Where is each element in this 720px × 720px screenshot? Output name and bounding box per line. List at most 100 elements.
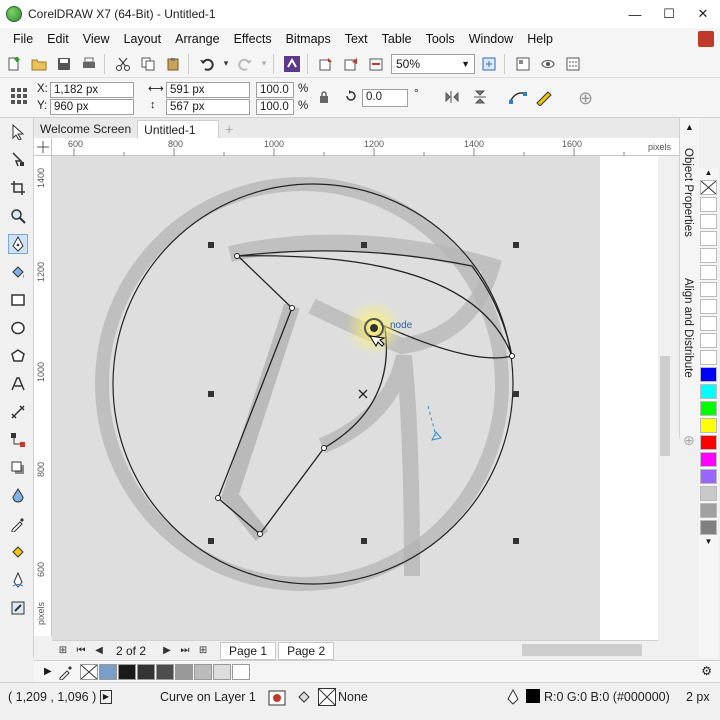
coreldraw-app-icon[interactable] — [6, 6, 22, 22]
menu-edit[interactable]: Edit — [41, 32, 75, 46]
chevron-up-icon[interactable]: ▲ — [699, 168, 718, 180]
color-swatch[interactable] — [700, 248, 717, 263]
color-swatch[interactable] — [700, 214, 717, 229]
previous-page-icon[interactable]: ◀ — [92, 644, 106, 658]
first-page-icon[interactable]: ⏮ — [74, 644, 88, 658]
minimize-button[interactable]: — — [618, 0, 652, 28]
color-swatch[interactable] — [700, 316, 717, 331]
shape-tool-icon[interactable] — [8, 150, 28, 170]
copy-icon[interactable] — [137, 53, 159, 75]
color-swatch-magenta[interactable] — [700, 452, 717, 467]
undo-icon[interactable] — [196, 53, 218, 75]
edit-curve-icon[interactable] — [534, 88, 554, 109]
outline-pen-icon[interactable] — [506, 688, 520, 708]
docker-tab-object-properties[interactable]: Object Properties — [682, 148, 694, 237]
new-tab-plus-icon[interactable]: + — [219, 120, 239, 138]
transparency-tool-icon[interactable] — [8, 486, 28, 506]
color-swatch-purple[interactable] — [700, 469, 717, 484]
rotate-icon[interactable] — [344, 89, 358, 106]
no-fill-swatch[interactable] — [318, 688, 336, 706]
drop-shadow-tool-icon[interactable] — [8, 458, 28, 478]
chevron-up-icon[interactable]: ▲ — [685, 122, 694, 132]
color-swatch[interactable] — [700, 197, 717, 212]
menu-tools[interactable]: Tools — [420, 32, 461, 46]
color-swatch-blue[interactable] — [700, 367, 717, 382]
save-icon[interactable] — [53, 53, 75, 75]
add-page-icon[interactable]: ⊞ — [56, 644, 70, 658]
y-position-field[interactable]: 960 px — [50, 99, 134, 115]
zoom-tool-icon[interactable] — [8, 206, 28, 226]
doc-color-swatch[interactable] — [155, 663, 174, 680]
object-height-field[interactable]: 567 px — [166, 99, 250, 115]
close-button[interactable]: ✕ — [686, 0, 720, 28]
chevron-down-icon[interactable]: ▼ — [699, 537, 718, 546]
scale-width-field[interactable]: 100.0 — [256, 82, 294, 98]
crop-tool-icon[interactable] — [8, 178, 28, 198]
tab-welcome-screen[interactable]: Welcome Screen — [34, 120, 137, 138]
color-swatch-gray[interactable] — [700, 503, 717, 518]
parallel-dimension-tool-icon[interactable] — [8, 402, 28, 422]
no-color-swatch[interactable] — [79, 663, 98, 680]
cut-icon[interactable] — [112, 53, 134, 75]
palette-options-icon[interactable]: ▶ — [44, 666, 52, 677]
color-swatch-dark-gray[interactable] — [700, 520, 717, 535]
menu-effects[interactable]: Effects — [228, 32, 278, 46]
add-quick-customize-icon[interactable]: ⊕ — [578, 88, 593, 109]
color-swatch-cyan[interactable] — [700, 384, 717, 399]
menu-arrange[interactable]: Arrange — [169, 32, 225, 46]
scale-height-field[interactable]: 100.0 — [256, 99, 294, 115]
doc-color-swatch[interactable] — [98, 663, 117, 680]
next-page-icon[interactable]: ▶ — [160, 644, 174, 658]
docker-tab-align-distribute[interactable]: Align and Distribute — [682, 278, 694, 378]
menu-help[interactable]: Help — [521, 32, 559, 46]
mirror-vertical-icon[interactable] — [472, 89, 488, 108]
fill-tool-icon[interactable] — [296, 690, 312, 709]
doc-color-swatch[interactable] — [212, 663, 231, 680]
smart-fill-tool-icon[interactable] — [8, 262, 28, 282]
color-swatch-red[interactable] — [700, 435, 717, 450]
last-page-icon[interactable]: ⏭ — [178, 644, 192, 658]
smart-drawing-tool-icon[interactable] — [8, 570, 28, 590]
menu-text[interactable]: Text — [339, 32, 374, 46]
color-swatch[interactable] — [700, 265, 717, 280]
outline-color-swatch[interactable] — [526, 689, 540, 703]
page-tab-1[interactable]: Page 1 — [220, 641, 277, 660]
color-swatch[interactable] — [700, 333, 717, 348]
paste-icon[interactable] — [162, 53, 184, 75]
rectangle-tool-icon[interactable] — [8, 290, 28, 310]
import-icon[interactable] — [315, 53, 337, 75]
color-swatch[interactable] — [700, 350, 717, 365]
tab-untitled-1[interactable]: Untitled-1 — [137, 120, 220, 138]
full-screen-preview-icon[interactable] — [478, 53, 500, 75]
doc-color-swatch[interactable] — [174, 663, 193, 680]
color-swatch-light-gray[interactable] — [700, 486, 717, 501]
doc-color-swatch[interactable] — [193, 663, 212, 680]
vertical-scrollbar[interactable] — [658, 156, 672, 640]
add-docker-icon[interactable]: ⊕ — [683, 432, 695, 449]
no-color-swatch[interactable] — [700, 180, 717, 195]
menu-bitmaps[interactable]: Bitmaps — [280, 32, 337, 46]
drawing-canvas[interactable]: node — [52, 156, 658, 640]
outline-pen-tool-icon[interactable] — [8, 598, 28, 618]
pick-tool-icon[interactable] — [8, 122, 28, 142]
object-width-field[interactable]: 591 px — [166, 82, 250, 98]
zoom-level-select[interactable]: 50% ▼ — [391, 53, 475, 74]
horizontal-scrollbar-thumb[interactable] — [522, 644, 642, 656]
doc-color-swatch[interactable] — [136, 663, 155, 680]
snap-to-icon[interactable] — [512, 53, 534, 75]
redo-icon[interactable] — [234, 53, 256, 75]
export-icon[interactable] — [340, 53, 362, 75]
menu-table[interactable]: Table — [376, 32, 418, 46]
menu-view[interactable]: View — [77, 32, 116, 46]
user-account-icon[interactable] — [698, 31, 714, 47]
color-swatch[interactable] — [700, 282, 717, 297]
origin-reference-icon[interactable] — [10, 87, 28, 108]
vertical-scrollbar-thumb[interactable] — [660, 356, 670, 456]
status-expand-icon[interactable]: ▶ — [100, 690, 112, 704]
open-folder-icon[interactable] — [28, 53, 50, 75]
corel-connect-icon[interactable] — [281, 53, 303, 75]
new-document-icon[interactable] — [3, 53, 25, 75]
view-options-icon[interactable] — [537, 53, 559, 75]
reduce-nodes-icon[interactable] — [508, 88, 528, 109]
vertical-ruler[interactable]: 1400 1200 1000 800 600 pixels — [34, 156, 52, 636]
